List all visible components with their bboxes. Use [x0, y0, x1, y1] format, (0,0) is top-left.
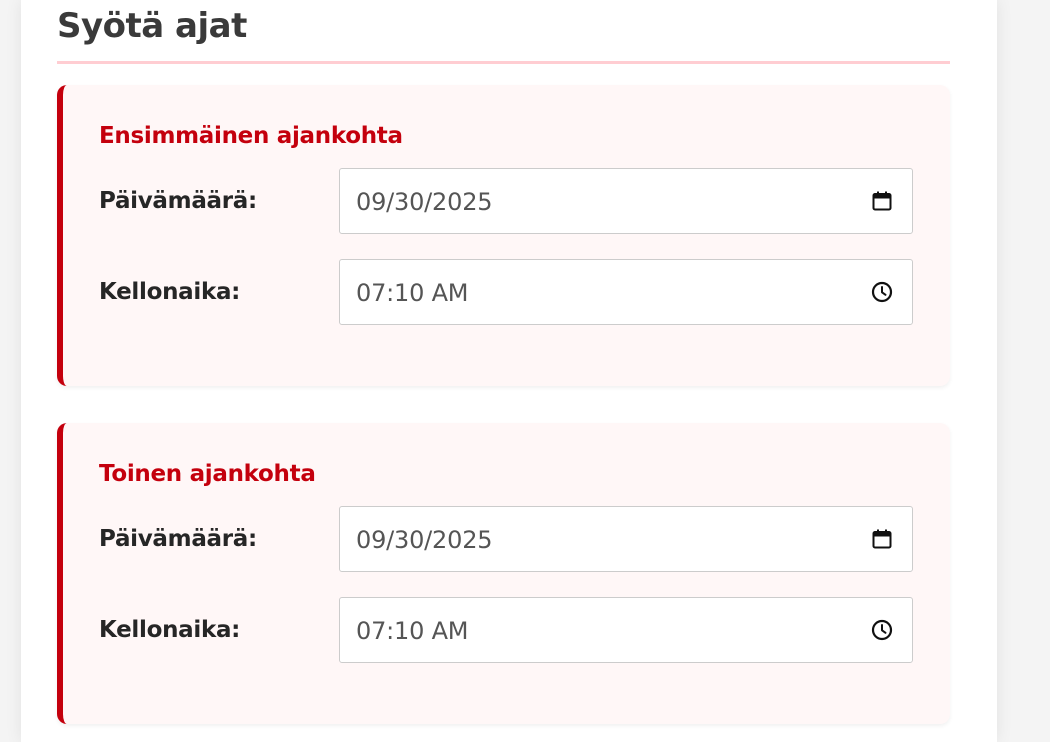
- date-label: Päivämäärä:: [99, 188, 257, 214]
- date-label: Päivämäärä:: [99, 526, 257, 552]
- date-input[interactable]: 09/30/2025: [339, 506, 913, 572]
- time-value: 07:10 AM: [356, 617, 469, 645]
- first-time-card: Ensimmäinen ajankohta Päivämäärä: 09/30/…: [57, 85, 950, 386]
- card-title: Ensimmäinen ajankohta: [99, 123, 403, 149]
- calendar-icon[interactable]: [870, 527, 894, 551]
- date-value: 09/30/2025: [356, 188, 493, 216]
- card-title: Toinen ajankohta: [99, 461, 316, 487]
- second-time-card: Toinen ajankohta Päivämäärä: 09/30/2025 …: [57, 423, 950, 724]
- title-divider: [57, 61, 950, 64]
- clock-icon[interactable]: [870, 618, 894, 642]
- time-label: Kellonaika:: [99, 279, 241, 305]
- calendar-icon[interactable]: [870, 189, 894, 213]
- page: Syötä ajat Ensimmäinen ajankohta Päivämä…: [0, 0, 1050, 742]
- date-value: 09/30/2025: [356, 526, 493, 554]
- date-input[interactable]: 09/30/2025: [339, 168, 913, 234]
- clock-icon[interactable]: [870, 280, 894, 304]
- time-input[interactable]: 07:10 AM: [339, 259, 913, 325]
- time-label: Kellonaika:: [99, 617, 241, 643]
- time-value: 07:10 AM: [356, 279, 469, 307]
- section-title: Syötä ajat: [57, 6, 247, 46]
- time-input[interactable]: 07:10 AM: [339, 597, 913, 663]
